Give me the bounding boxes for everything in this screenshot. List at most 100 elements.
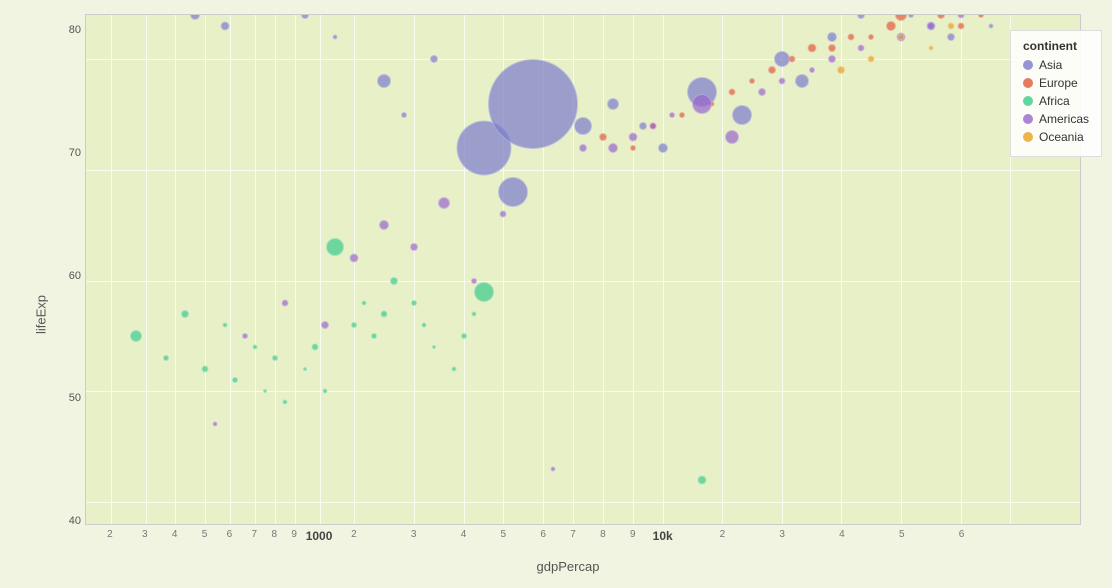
legend: continent AsiaEuropeAfricaAmericasOceani… (1010, 30, 1102, 157)
legend-dot (1023, 78, 1033, 88)
x-tick: 6 (959, 529, 965, 540)
bubble (350, 254, 359, 263)
bubble (679, 112, 685, 118)
bubble (579, 144, 587, 152)
bubble (729, 89, 736, 96)
y-tick: 40 (55, 515, 85, 527)
grid-line-vertical (464, 15, 465, 524)
legend-item-label: Europe (1039, 76, 1078, 90)
bubble (390, 277, 398, 285)
chart-top: 8070605040 2345678910002345678910k23456 (55, 14, 1081, 557)
bubble (281, 299, 288, 306)
bubble (272, 355, 278, 361)
x-tick: 3 (411, 529, 417, 540)
grid-line-vertical (295, 15, 296, 524)
bubble (758, 88, 766, 96)
bubble (252, 344, 257, 349)
bubble (381, 310, 388, 317)
x-tick: 8 (600, 529, 606, 540)
bubble (326, 238, 344, 256)
grid-line-horizontal (86, 502, 1080, 503)
bubble (221, 22, 230, 31)
bubble (828, 44, 836, 52)
bubble (725, 130, 739, 144)
bubble (130, 330, 142, 342)
bubble (263, 389, 267, 393)
x-tick: 7 (570, 529, 576, 540)
bubble (957, 23, 964, 30)
legend-dot (1023, 132, 1033, 142)
grid-line-horizontal (86, 281, 1080, 282)
grid-line-vertical (111, 15, 112, 524)
legend-item-label: Americas (1039, 112, 1089, 126)
bubble (379, 220, 389, 230)
bubble (181, 310, 189, 318)
x-tick: 9 (630, 529, 636, 540)
bubble (282, 400, 287, 405)
x-tick: 9 (291, 529, 297, 540)
grid-line-vertical (255, 15, 256, 524)
x-tick: 6 (227, 529, 233, 540)
grid-line-vertical (722, 15, 723, 524)
bubble (488, 59, 578, 149)
grid-line-vertical (354, 15, 355, 524)
x-tick: 5 (202, 529, 208, 540)
bubble (868, 34, 874, 40)
grid-line-horizontal (86, 170, 1080, 171)
x-tick: 3 (779, 529, 785, 540)
bubble (461, 333, 467, 339)
x-tick: 4 (172, 529, 178, 540)
bubble (500, 211, 507, 218)
legend-title: continent (1023, 39, 1089, 53)
bubble (471, 278, 477, 284)
bubble (303, 367, 307, 371)
bubble (698, 475, 707, 484)
x-tick: 4 (461, 529, 467, 540)
grid-line-horizontal (86, 391, 1080, 392)
bubble (928, 46, 933, 51)
grid-line-vertical (320, 15, 321, 524)
bubble (908, 14, 914, 18)
bubble (332, 35, 337, 40)
bubble (827, 32, 837, 42)
bubble (438, 197, 450, 209)
bubble (301, 14, 309, 19)
bubble (828, 55, 836, 63)
legend-dot (1023, 60, 1033, 70)
grid-line-vertical (663, 15, 664, 524)
bubble (432, 345, 436, 349)
x-axis-ticks: 2345678910002345678910k23456 (85, 525, 1081, 557)
x-tick: 8 (271, 529, 277, 540)
chart-container: lifeExp 8070605040 234567891000234567891… (0, 0, 1112, 588)
bubble (692, 94, 712, 114)
bubble (608, 143, 618, 153)
x-tick: 5 (501, 529, 507, 540)
bubble (311, 343, 318, 350)
bubble (778, 78, 785, 85)
x-tick: 10k (653, 529, 673, 543)
bubble (213, 422, 218, 427)
grid-line-horizontal (86, 59, 1080, 60)
chart-wrapper: lifeExp 8070605040 234567891000234567891… (31, 14, 1081, 574)
bubble (498, 177, 528, 207)
x-tick: 5 (899, 529, 905, 540)
bubble (649, 122, 656, 129)
bubble (630, 145, 636, 151)
legend-item-label: Africa (1039, 94, 1070, 108)
bubble (362, 300, 367, 305)
bubble (749, 78, 755, 84)
bubble (410, 243, 418, 251)
x-axis-label: gdpPercap (55, 559, 1081, 574)
bubble (957, 14, 964, 19)
bubble (377, 74, 391, 88)
bubble (658, 143, 668, 153)
grid-line-vertical (901, 15, 902, 524)
y-ticks: 8070605040 (55, 14, 85, 557)
chart-main: 8070605040 2345678910002345678910k23456 … (55, 14, 1081, 574)
x-tick: 4 (839, 529, 845, 540)
bubble (371, 333, 377, 339)
bubble (795, 74, 809, 88)
bubble (474, 282, 494, 302)
x-tick: 2 (720, 529, 726, 540)
x-tick: 7 (252, 529, 258, 540)
